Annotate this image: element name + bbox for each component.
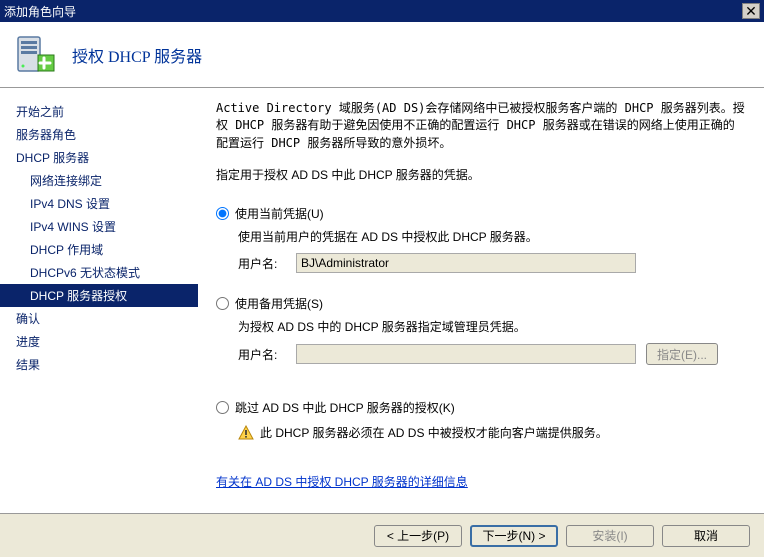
content-area: 开始之前服务器角色DHCP 服务器网络连接绑定IPv4 DNS 设置IPv4 W… — [0, 88, 764, 513]
title-bar: 添加角色向导 ✕ — [0, 0, 764, 22]
option-skip-authorization: 跳过 AD DS 中此 DHCP 服务器的授权(K) 此 DHCP 服务器必须在… — [216, 399, 746, 441]
sidebar-item[interactable]: IPv4 DNS 设置 — [0, 192, 198, 215]
alternate-username-field — [296, 344, 636, 364]
close-icon[interactable]: ✕ — [742, 3, 760, 19]
wizard-footer: < 上一步(P) 下一步(N) > 安装(I) 取消 — [0, 513, 764, 557]
sidebar-item[interactable]: 开始之前 — [0, 100, 198, 123]
radio-use-current[interactable] — [216, 207, 229, 220]
username-label-1: 用户名: — [238, 255, 286, 272]
sidebar-item[interactable]: DHCPv6 无状态模式 — [0, 261, 198, 284]
server-role-icon — [14, 33, 58, 77]
instruction-text: 指定用于授权 AD DS 中此 DHCP 服务器的凭据。 — [216, 166, 746, 183]
sidebar-item[interactable]: 网络连接绑定 — [0, 169, 198, 192]
radio-use-alternate-label: 使用备用凭据(S) — [235, 295, 323, 312]
radio-use-current-label: 使用当前凭据(U) — [235, 205, 324, 222]
option-alternate-credentials: 使用备用凭据(S) 为授权 AD DS 中的 DHCP 服务器指定域管理员凭据。… — [216, 295, 746, 365]
prev-button[interactable]: < 上一步(P) — [374, 525, 462, 547]
sidebar-item[interactable]: DHCP 服务器授权 — [0, 284, 198, 307]
sidebar-item[interactable]: 进度 — [0, 330, 198, 353]
cancel-button[interactable]: 取消 — [662, 525, 750, 547]
warning-icon — [238, 425, 254, 441]
option2-desc: 为授权 AD DS 中的 DHCP 服务器指定域管理员凭据。 — [216, 318, 746, 335]
specify-button[interactable]: 指定(E)... — [646, 343, 718, 365]
install-button[interactable]: 安装(I) — [566, 525, 654, 547]
intro-text: Active Directory 域服务(AD DS)会存储网络中已被授权服务客… — [216, 100, 746, 152]
sidebar-item[interactable]: IPv4 WINS 设置 — [0, 215, 198, 238]
sidebar-item[interactable]: DHCP 作用域 — [0, 238, 198, 261]
wizard-header: 授权 DHCP 服务器 — [0, 22, 764, 88]
window-title: 添加角色向导 — [4, 3, 76, 20]
sidebar-item[interactable]: 服务器角色 — [0, 123, 198, 146]
username-label-2: 用户名: — [238, 346, 286, 363]
more-info-link[interactable]: 有关在 AD DS 中授权 DHCP 服务器的详细信息 — [216, 475, 468, 489]
page-title: 授权 DHCP 服务器 — [72, 43, 202, 67]
radio-skip-label: 跳过 AD DS 中此 DHCP 服务器的授权(K) — [235, 399, 455, 416]
main-panel: Active Directory 域服务(AD DS)会存储网络中已被授权服务客… — [198, 88, 764, 513]
next-button[interactable]: 下一步(N) > — [470, 525, 558, 547]
sidebar-item[interactable]: 确认 — [0, 307, 198, 330]
current-username-field — [296, 253, 636, 273]
radio-use-alternate[interactable] — [216, 297, 229, 310]
wizard-sidebar: 开始之前服务器角色DHCP 服务器网络连接绑定IPv4 DNS 设置IPv4 W… — [0, 88, 198, 513]
radio-skip[interactable] — [216, 401, 229, 414]
warning-text: 此 DHCP 服务器必须在 AD DS 中被授权才能向客户端提供服务。 — [260, 424, 608, 441]
sidebar-item[interactable]: 结果 — [0, 353, 198, 376]
option-current-credentials: 使用当前凭据(U) 使用当前用户的凭据在 AD DS 中授权此 DHCP 服务器… — [216, 205, 746, 273]
sidebar-item[interactable]: DHCP 服务器 — [0, 146, 198, 169]
option1-desc: 使用当前用户的凭据在 AD DS 中授权此 DHCP 服务器。 — [216, 228, 746, 245]
